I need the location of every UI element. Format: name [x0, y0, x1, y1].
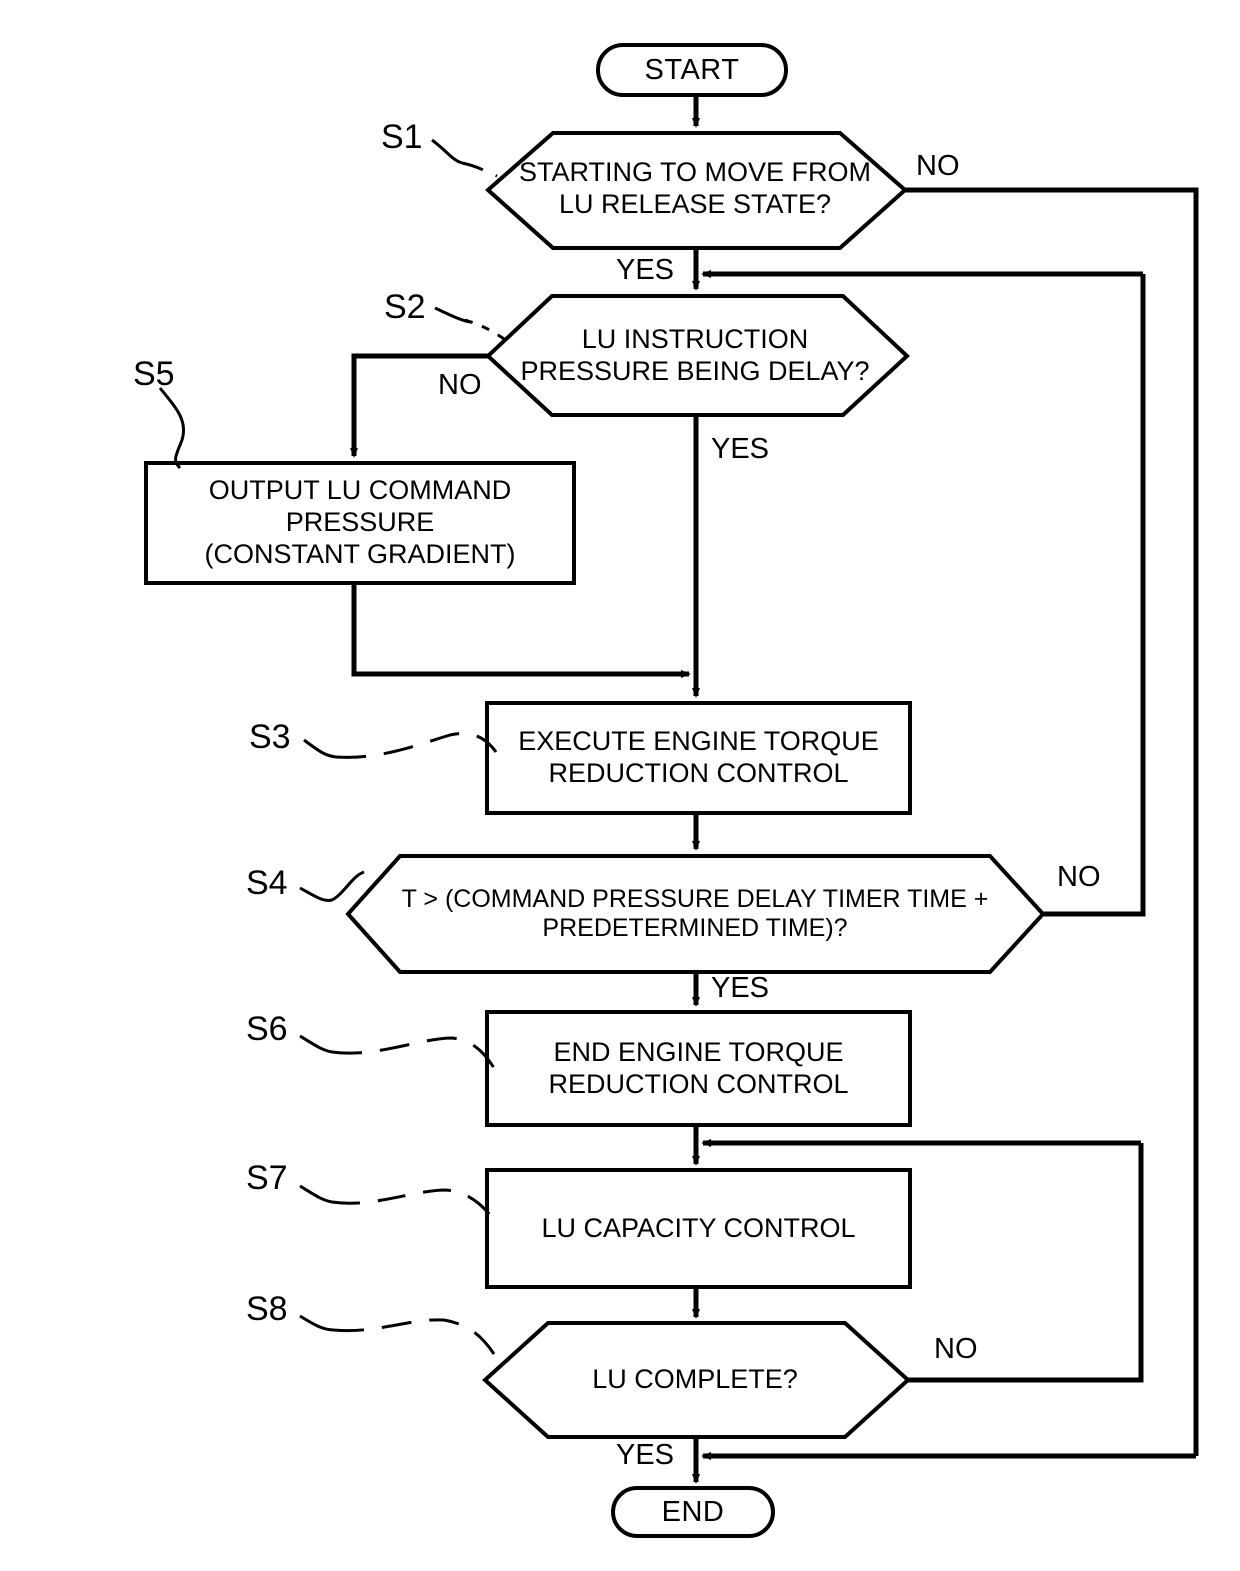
edge-label-s2-no: NO	[438, 369, 482, 401]
step-label-s8: S8	[246, 1290, 288, 1328]
edge-label-s4-yes: YES	[711, 972, 770, 1004]
leader-s6	[299, 1034, 333, 1054]
edge-label-s2-yes: YES	[711, 433, 770, 465]
leader-s8	[299, 1314, 335, 1332]
leader-s5	[158, 387, 185, 470]
leader-s3-dash	[335, 732, 498, 759]
edge-s5-to-join	[351, 583, 691, 678]
step-label-s2: S2	[384, 288, 426, 326]
step-label-s5: S5	[133, 355, 175, 393]
edge-s4-no-rail	[1043, 274, 1146, 917]
node-s7	[485, 1168, 912, 1289]
leader-s7-dash	[331, 1188, 496, 1221]
flowchart-page: START STARTING TO MOVE FROM LU RELEASE S…	[0, 0, 1240, 1571]
node-s5	[144, 461, 576, 585]
leader-s4-curve	[331, 870, 365, 902]
leader-s4	[299, 886, 333, 902]
node-s6	[485, 1010, 912, 1127]
leader-s2	[434, 306, 471, 324]
node-s2	[485, 294, 910, 417]
leader-s1	[431, 138, 463, 165]
leader-s8-dash	[333, 1318, 496, 1355]
edge-label-s1-yes: YES	[616, 254, 675, 286]
flowchart-canvas	[144, 43, 1199, 1538]
node-end	[611, 1486, 775, 1538]
step-label-s6: S6	[246, 1010, 288, 1048]
leader-s1-dash	[461, 161, 498, 178]
leader-s6-dash	[331, 1036, 496, 1069]
node-s3	[485, 701, 912, 815]
edge-label-s4-no: NO	[1057, 861, 1101, 893]
edge-label-s8-yes: YES	[616, 1439, 675, 1471]
node-s1	[484, 131, 909, 250]
leader-s3	[303, 738, 337, 759]
edge-s1-no-rail	[905, 187, 1199, 1456]
step-label-s7: S7	[246, 1159, 288, 1197]
step-label-s4: S4	[246, 864, 288, 902]
node-s8	[482, 1321, 911, 1439]
edge-label-s8-no: NO	[934, 1333, 978, 1365]
step-label-s1: S1	[381, 118, 423, 156]
node-s4	[345, 854, 1046, 974]
step-label-s3: S3	[249, 718, 291, 756]
edge-label-s1-no: NO	[916, 150, 960, 182]
leader-s7	[299, 1184, 333, 1204]
node-start	[596, 43, 788, 97]
